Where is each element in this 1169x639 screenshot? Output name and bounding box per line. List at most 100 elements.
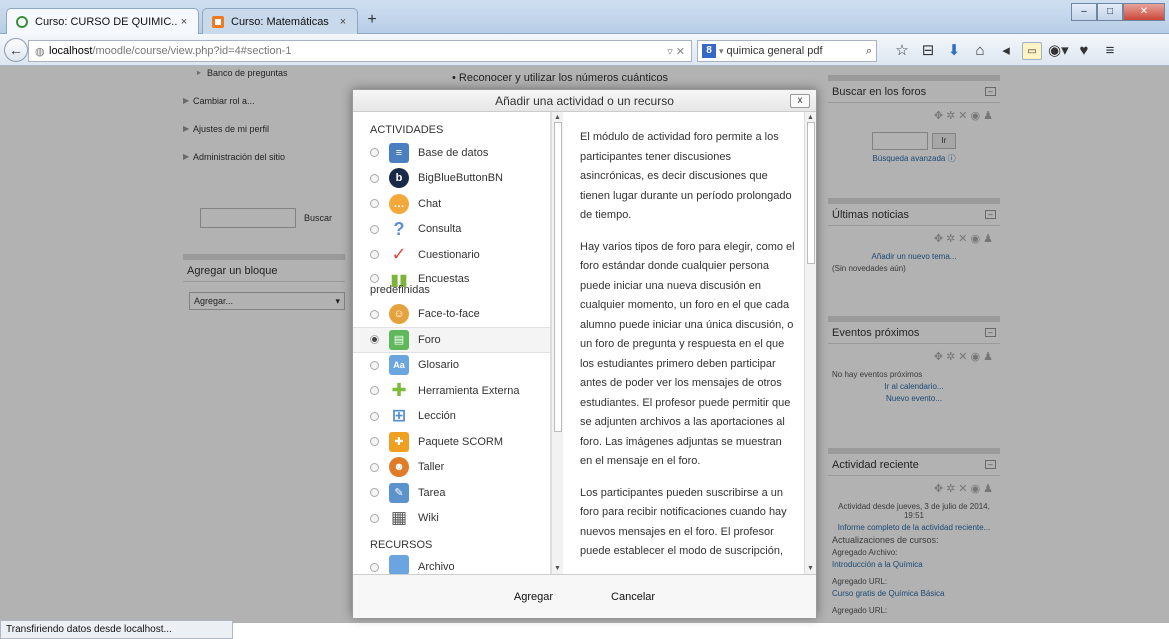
description-scrollbar[interactable]: ▲ ▼ [804,112,816,574]
globe-icon: ◍ [35,45,45,58]
moodle-favicon-icon [212,15,224,28]
scroll-down-icon[interactable]: ▼ [554,565,561,572]
bigbluebutton-icon: b [389,168,409,189]
option-list-scrollbar[interactable]: ▲ ▼ [551,112,563,574]
option-tarea[interactable]: ✎ Tarea [353,480,550,506]
file-icon [389,555,409,574]
menu-hamburger-icon[interactable]: ≡ [1100,42,1120,60]
search-query: quimica general pdf [726,45,823,57]
question-icon: ? [393,218,405,239]
url-dropdown-reload-icon[interactable]: ▿ ✕ [667,45,685,58]
glossary-icon: Aa [389,355,409,376]
cancel-button[interactable]: Cancelar [589,587,677,607]
radio-button[interactable] [370,250,379,260]
assignment-icon: ✎ [389,482,409,503]
option-face-to-face[interactable]: ☺ Face-to-face [353,302,550,328]
toolbar-icons: ☆ ⊟ ⬇ ⌂ ◂ ▭ ◉▾ ♥ ≡ [892,42,1120,60]
radio-button[interactable] [370,437,379,447]
scroll-down-icon[interactable]: ▼ [807,565,814,572]
window-close-icon[interactable]: ✕ [1123,3,1165,21]
minimize-icon[interactable]: – [1071,3,1097,21]
option-paquete-scorm[interactable]: ✚ Paquete SCORM [353,429,550,455]
quiz-check-icon: ✓ [391,244,407,265]
option-encuestas-predefinidas[interactable]: ▮▮ Encuestas predefinidas [353,268,550,302]
option-archivo[interactable]: Archivo [353,555,550,574]
bookmark-star-icon[interactable]: ☆ [892,42,912,60]
tab-close-icon[interactable]: × [337,16,349,28]
option-foro[interactable]: ▤ Foro [353,327,550,353]
address-bar[interactable]: ◍ localhost/moodle/course/view.php?id=4#… [28,40,692,62]
database-icon: ≡ [389,142,409,163]
bookmarks-list-icon[interactable]: ⊟ [918,42,938,60]
radio-button[interactable] [370,360,379,370]
description-paragraph: El módulo de actividad foro permite a lo… [580,131,792,221]
radio-button[interactable] [370,173,379,183]
workshop-icon: ☻ [389,457,409,478]
lesson-icon: ⊞ [391,406,407,426]
dialog-body: ACTIVIDADES ≡ Base de datos b BigBlueBut… [353,112,816,574]
tab-title: Curso: Matemáticas [231,15,329,28]
status-bar: Transfiriendo datos desde localhost... [0,620,233,639]
radio-button[interactable] [370,386,379,396]
magnifier-icon[interactable]: ⌕ [866,45,872,58]
chat-icon: … [389,193,409,214]
option-base-de-datos[interactable]: ≡ Base de datos [353,140,550,166]
resources-heading: RECURSOS [370,539,433,551]
tab-close-icon[interactable]: × [178,16,190,28]
extension-box-icon[interactable]: ▭ [1022,42,1042,60]
radio-button[interactable] [370,309,379,319]
tab-title: Curso: CURSO DE QUIMIC... [35,15,178,28]
search-engine-icon[interactable]: 8 [702,44,716,58]
maximize-icon[interactable]: □ [1097,3,1123,21]
option-consulta[interactable]: ? Consulta [353,217,550,243]
scroll-thumb[interactable] [554,122,562,432]
browser-tab-bar: Curso: CURSO DE QUIMIC... × Curso: Matem… [0,0,1169,34]
radio-button[interactable] [370,462,379,472]
description-paragraph: Hay varios tipos de foro para elegir, co… [580,240,795,468]
radio-button[interactable] [370,411,379,421]
face-to-face-icon: ☺ [389,304,409,325]
radio-button[interactable] [370,273,379,283]
option-wiki[interactable]: ▦ Wiki [353,506,550,532]
search-bar[interactable]: 8 ▾ quimica general pdf ⌕ [697,40,877,62]
option-taller[interactable]: ☻ Taller [353,455,550,481]
scorm-package-icon: ✚ [389,431,409,452]
scroll-up-icon[interactable]: ▲ [554,114,561,121]
navigation-bar: ← ◍ localhost/moodle/course/view.php?id=… [0,34,1169,66]
url-host: localhost [49,45,93,57]
window-controls: – □ ✕ [1071,3,1165,21]
dialog-footer: Agregar Cancelar [353,574,816,618]
radio-button[interactable] [370,488,379,498]
tab-curso-matematicas[interactable]: Curso: Matemáticas × [202,8,358,34]
tab-curso-quimica[interactable]: Curso: CURSO DE QUIMIC... × [6,8,199,34]
radio-button[interactable] [370,513,379,523]
activities-heading: ACTIVIDADES [370,124,444,136]
send-arrow-icon[interactable]: ◂ [996,42,1016,60]
close-icon[interactable]: x [790,94,810,108]
module-option-list: ACTIVIDADES ≡ Base de datos b BigBlueBut… [353,112,551,574]
puzzle-icon[interactable]: ♥ [1074,42,1094,60]
description-paragraph: Los participantes pueden suscribirse a u… [580,486,787,558]
radio-button[interactable] [370,563,379,572]
home-icon[interactable]: ⌂ [970,42,990,60]
radio-button[interactable] [370,148,379,158]
option-glosario[interactable]: Aa Glosario [353,353,550,379]
new-tab-button[interactable]: + [362,10,382,30]
addon-badge-icon[interactable]: ◉▾ [1048,42,1069,60]
add-button[interactable]: Agregar [492,587,575,607]
downloads-arrow-icon[interactable]: ⬇ [944,42,964,60]
option-leccion[interactable]: ⊞ Lección [353,404,550,430]
forum-icon: ▤ [389,329,409,350]
option-herramienta-externa[interactable]: ✚ Herramienta Externa [353,378,550,404]
radio-button[interactable] [370,335,379,345]
external-tool-icon: ✚ [391,380,407,401]
radio-button[interactable] [370,199,379,209]
option-bigbluebutton[interactable]: b BigBlueButtonBN [353,166,550,192]
back-arrow-icon[interactable]: ← [4,38,28,62]
option-cuestionario[interactable]: ✓ Cuestionario [353,242,550,268]
scroll-thumb[interactable] [807,122,815,264]
radio-button[interactable] [370,224,379,234]
option-chat[interactable]: … Chat [353,191,550,217]
scroll-up-icon[interactable]: ▲ [807,114,814,121]
wiki-icon: ▦ [390,508,408,528]
